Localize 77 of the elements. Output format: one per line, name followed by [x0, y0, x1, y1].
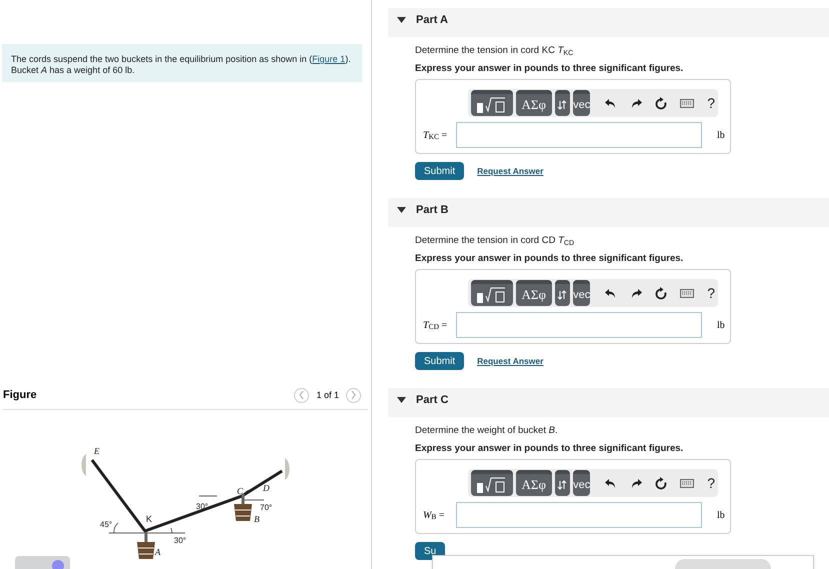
unit-label: lb	[717, 128, 725, 142]
figure-label: E	[94, 446, 100, 456]
figure-label: 45°	[100, 520, 112, 528]
keyboard-icon[interactable]	[680, 288, 694, 298]
greek-button[interactable]: ΑΣφ	[516, 470, 552, 496]
arrows-icon	[557, 100, 568, 110]
redo-icon[interactable]	[630, 478, 642, 488]
figure-label: 70°	[260, 502, 272, 512]
figure-link[interactable]: Figure 1	[312, 54, 346, 64]
help-button[interactable]: ?	[707, 282, 715, 304]
redo-icon[interactable]	[630, 288, 642, 298]
chevron-right-icon	[351, 391, 356, 400]
part-header[interactable]: Part A	[388, 8, 829, 37]
help-button[interactable]: ?	[707, 472, 715, 494]
arrows-icon	[557, 290, 568, 300]
figure-label: 30°	[196, 502, 208, 510]
answer-field[interactable]	[456, 122, 702, 148]
figure-label: D	[263, 482, 270, 492]
reset-icon[interactable]	[655, 96, 668, 110]
part-title: Part A	[416, 13, 448, 28]
submit-button[interactable]: Submit	[415, 162, 464, 180]
template-button[interactable]	[471, 280, 513, 306]
greek-button[interactable]: ΑΣφ	[516, 280, 552, 306]
vector-button[interactable]: vec	[573, 90, 590, 116]
submit-button[interactable]: Submit	[415, 352, 464, 370]
caret-icon[interactable]	[397, 207, 406, 213]
template-button[interactable]	[471, 470, 513, 496]
page-indicator: 1 of 1	[316, 388, 339, 402]
bucket-drawing	[234, 494, 252, 520]
question-text: Determine the tension in cord CD T$_{CD}$	[415, 234, 576, 249]
redo-icon[interactable]	[630, 98, 642, 108]
greek-button[interactable]: ΑΣφ	[516, 90, 552, 116]
problem-text: The cords suspend the two buckets in the equilibrium position as shown in (Figure 1).	[11, 54, 352, 65]
caret-icon[interactable]	[397, 17, 406, 23]
variable-label: T$_{KC}$ =	[423, 128, 448, 142]
reset-icon[interactable]	[655, 286, 668, 300]
figure-title: Figure	[3, 388, 37, 403]
question-text: Determine the tension in cord KC T$_{KC}$	[415, 44, 574, 59]
help-button[interactable]: ?	[707, 92, 715, 114]
template-button[interactable]	[471, 90, 513, 116]
chevron-left-icon	[299, 391, 304, 400]
answer-field[interactable]	[456, 502, 702, 528]
reset-icon[interactable]	[655, 476, 668, 490]
question-text: Determine the weight of bucket B.	[415, 424, 559, 438]
request-answer-link[interactable]: Request Answer	[477, 164, 544, 178]
instruction-text: Express your answer in pounds to three significant figures.	[415, 62, 684, 76]
vector-button[interactable]: vec	[573, 470, 590, 496]
figure-label: A	[155, 546, 160, 556]
answer-field[interactable]	[456, 312, 702, 338]
variable-label: T$_{CD}$ =	[423, 318, 448, 332]
undo-icon[interactable]	[605, 98, 618, 108]
undo-icon[interactable]	[605, 478, 618, 488]
figure-label: C	[237, 486, 244, 496]
instruction-text: Express your answer in pounds to three significant figures.	[415, 252, 684, 266]
keyboard-icon[interactable]	[680, 98, 694, 108]
instruction-text: Express your answer in pounds to three significant figures.	[415, 442, 684, 456]
part-title: Part B	[416, 203, 448, 218]
figure-label: K	[146, 514, 152, 524]
arrows-button[interactable]	[554, 470, 570, 496]
keyboard-icon[interactable]	[680, 478, 694, 488]
part-header[interactable]: Part C	[388, 388, 829, 417]
unit-label: lb	[717, 508, 725, 522]
figure-label: 30°	[174, 536, 186, 544]
request-answer-link[interactable]: Request Answer	[477, 354, 544, 368]
undo-icon[interactable]	[605, 288, 618, 298]
part-title: Part C	[416, 393, 448, 408]
arrows-button[interactable]	[554, 90, 570, 116]
figure-label: B	[254, 514, 260, 524]
variable-label: W$_{B}$ =	[423, 508, 446, 522]
unit-label: lb	[717, 318, 725, 332]
arrows-button[interactable]	[554, 280, 570, 306]
caret-icon[interactable]	[397, 397, 406, 403]
weight-text: Bucket A has a weight of 60 lb.	[11, 65, 136, 76]
part-header[interactable]: Part B	[388, 198, 829, 227]
arrows-icon	[557, 480, 568, 490]
vector-button[interactable]: vec	[573, 280, 590, 306]
bucket-drawing	[137, 532, 155, 558]
